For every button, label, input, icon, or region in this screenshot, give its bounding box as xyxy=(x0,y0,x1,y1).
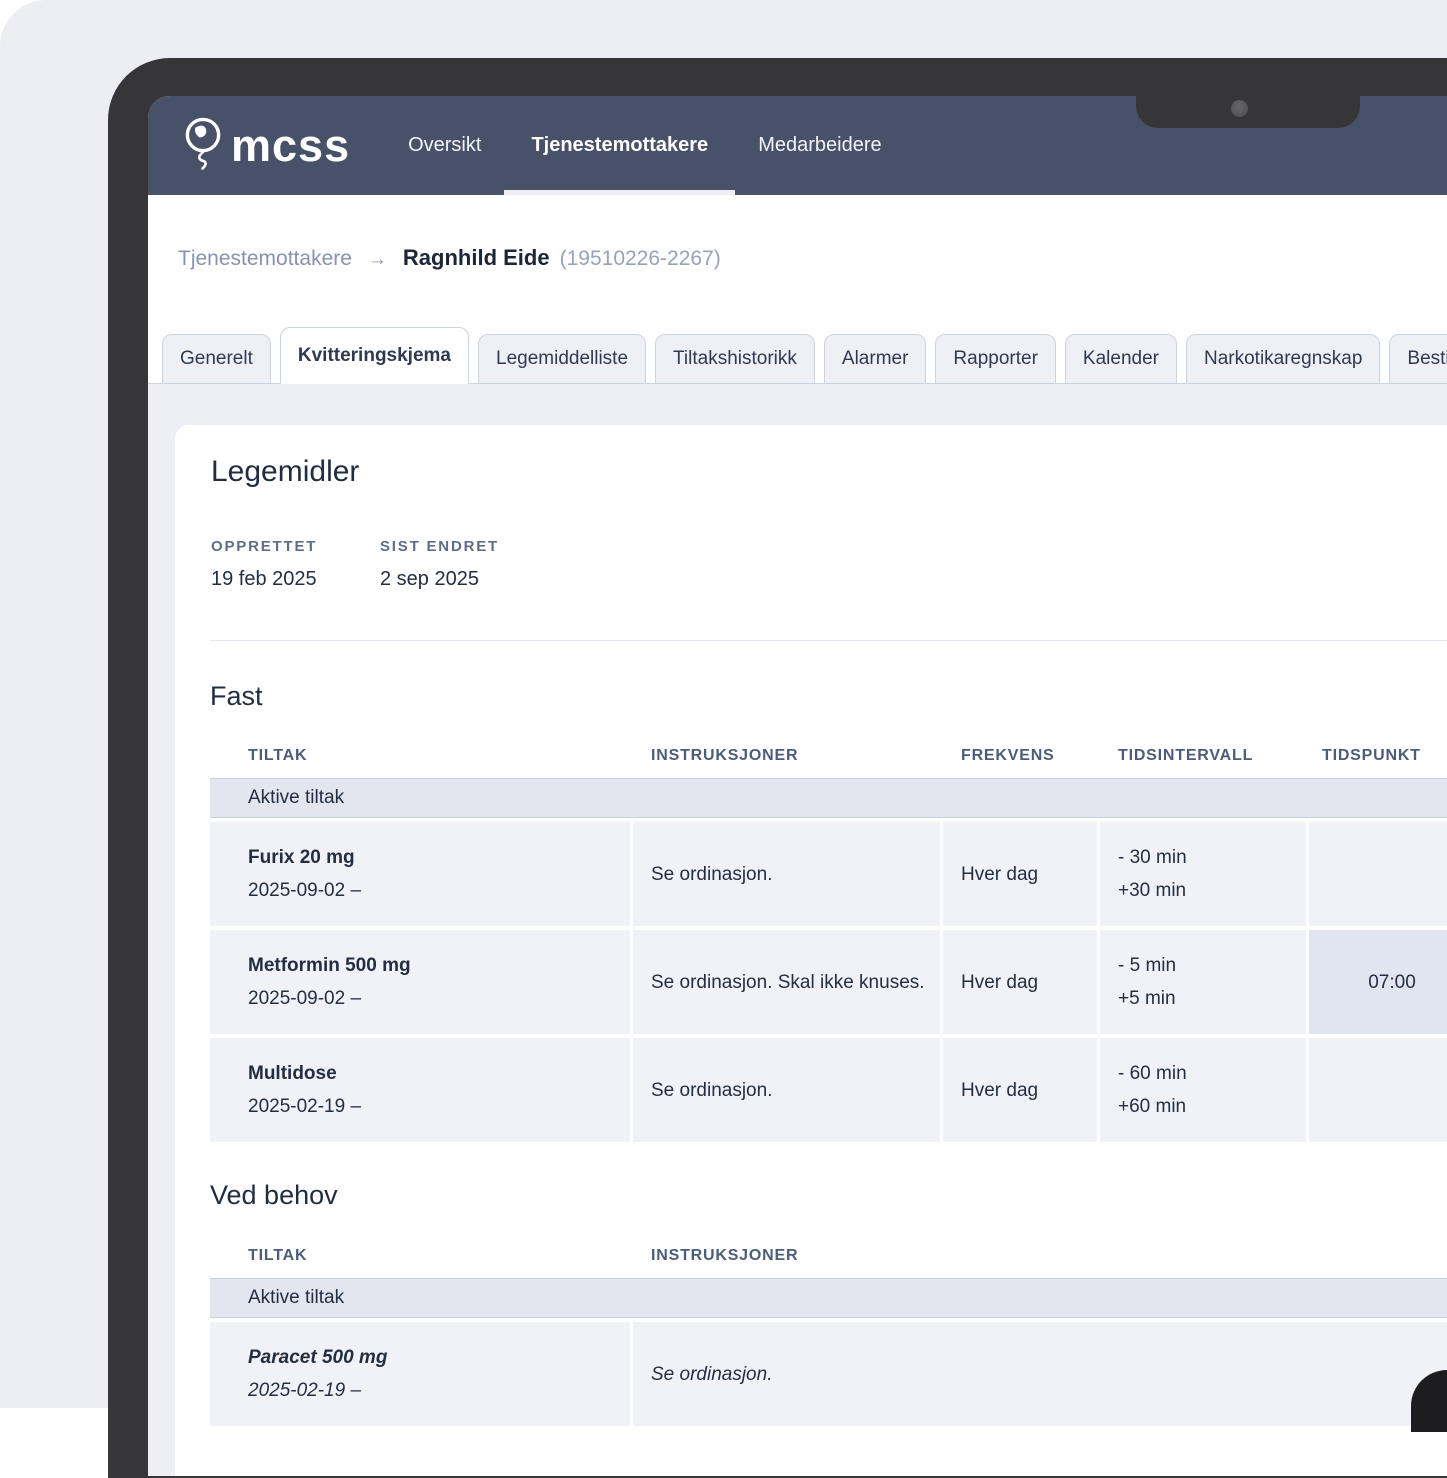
frequency-cell: Hver dag xyxy=(943,930,1097,1034)
nav-item-medarbeidere[interactable]: Medarbeidere xyxy=(758,96,881,195)
interval-plus: +60 min xyxy=(1118,1090,1294,1123)
breadcrumb-parent-link[interactable]: Tjenestemottakere xyxy=(178,247,352,271)
instructions-cell: Se ordinasjon. xyxy=(633,822,940,926)
divider xyxy=(210,640,1447,641)
ved-behov-table: TILTAK INSTRUKSJONER Aktive tiltak Parac… xyxy=(210,1247,1447,1426)
interval-plus: +30 min xyxy=(1118,874,1294,907)
group-row-aktive-tiltak: Aktive tiltak xyxy=(210,778,1447,818)
tab-alarmer[interactable]: Alarmer xyxy=(824,334,927,384)
table-row-metformin[interactable]: Metformin 500 mg 2025-09-02 – Se ordinas… xyxy=(210,930,1447,1034)
created-label: OPPRETTET xyxy=(211,538,380,555)
app-screen: mcss Oversikt Tjenestemottakere Medarbei… xyxy=(148,96,1447,1476)
interval-plus: +5 min xyxy=(1118,982,1294,1015)
logo-text: mcss xyxy=(231,123,350,168)
meta-dates: OPPRETTET 19 feb 2025 SIST ENDRET 2 sep … xyxy=(211,538,499,591)
main-nav: Oversikt Tjenestemottakere Medarbeidere xyxy=(408,96,882,195)
tab-narkotikaregnskap[interactable]: Narkotikaregnskap xyxy=(1186,334,1380,384)
tab-tiltakshistorikk[interactable]: Tiltakshistorikk xyxy=(655,334,815,384)
table-row-multidose[interactable]: Multidose 2025-02-19 – Se ordinasjon. Hv… xyxy=(210,1038,1447,1142)
drug-period: 2025-02-19 – xyxy=(248,1374,618,1407)
drug-period: 2025-09-02 – xyxy=(248,982,618,1015)
camera-dot xyxy=(1231,100,1248,117)
column-header-instruksjoner: INSTRUKSJONER xyxy=(633,1247,1447,1278)
tab-rapporter[interactable]: Rapporter xyxy=(935,334,1056,384)
patient-id: (19510226-2267) xyxy=(560,247,721,271)
breadcrumb-current-patient: Ragnhild Eide xyxy=(403,245,550,271)
frequency-cell: Hver dag xyxy=(943,1038,1097,1142)
interval-cell: - 60 min +60 min xyxy=(1100,1038,1306,1142)
ved-behov-table-header: TILTAK INSTRUKSJONER xyxy=(210,1247,1447,1278)
fast-table-header: TILTAK INSTRUKSJONER FREKVENS TIDSINTERV… xyxy=(210,747,1447,778)
balloon-logo-icon xyxy=(180,114,226,177)
column-header-tiltak: TILTAK xyxy=(210,747,630,778)
mcss-logo: mcss xyxy=(180,114,350,177)
drug-period: 2025-09-02 – xyxy=(248,874,618,907)
breadcrumb: Tjenestemottakere → Ragnhild Eide (19510… xyxy=(178,245,721,271)
frequency-cell: Hver dag xyxy=(943,822,1097,926)
nav-item-oversikt[interactable]: Oversikt xyxy=(408,96,481,195)
legemidler-card: Legemidler OPPRETTET 19 feb 2025 SIST EN… xyxy=(175,425,1447,1476)
content-area: Legemidler OPPRETTET 19 feb 2025 SIST EN… xyxy=(148,384,1447,1476)
tab-bestillinger[interactable]: Bestillinger xyxy=(1389,334,1447,384)
section-title-fast: Fast xyxy=(210,681,263,712)
column-header-tiltak: TILTAK xyxy=(210,1247,630,1278)
tab-generelt[interactable]: Generelt xyxy=(162,334,271,384)
drug-name: Multidose xyxy=(248,1057,618,1090)
created-value: 19 feb 2025 xyxy=(211,568,380,591)
tab-kalender[interactable]: Kalender xyxy=(1065,334,1177,384)
fast-table: TILTAK INSTRUKSJONER FREKVENS TIDSINTERV… xyxy=(210,747,1447,1142)
interval-minus: - 60 min xyxy=(1118,1057,1294,1090)
tab-kvitteringskjema[interactable]: Kvitteringskjema xyxy=(280,327,469,384)
drug-name: Furix 20 mg xyxy=(248,841,618,874)
drug-name: Paracet 500 mg xyxy=(248,1341,618,1374)
drug-name: Metformin 500 mg xyxy=(248,949,618,982)
interval-cell: - 30 min +30 min xyxy=(1100,822,1306,926)
section-title-ved-behov: Ved behov xyxy=(210,1180,338,1211)
interval-minus: - 30 min xyxy=(1118,841,1294,874)
interval-minus: - 5 min xyxy=(1118,949,1294,982)
tab-legemiddelliste[interactable]: Legemiddelliste xyxy=(478,334,646,384)
time-cell xyxy=(1309,822,1447,926)
interval-cell: - 5 min +5 min xyxy=(1100,930,1306,1034)
breadcrumb-arrow-icon: → xyxy=(368,249,387,271)
instructions-cell: Se ordinasjon. xyxy=(633,1038,940,1142)
time-cell[interactable]: 07:00 xyxy=(1309,930,1447,1034)
table-row-paracet[interactable]: Paracet 500 mg 2025-02-19 – Se ordinasjo… xyxy=(210,1322,1447,1426)
drug-period: 2025-02-19 – xyxy=(248,1090,618,1123)
time-cell xyxy=(1309,1038,1447,1142)
page-title: Legemidler xyxy=(211,455,359,489)
group-row-aktive-tiltak: Aktive tiltak xyxy=(210,1278,1447,1318)
instructions-cell: Se ordinasjon. xyxy=(633,1322,1447,1426)
nav-item-tjenestemottakere[interactable]: Tjenestemottakere xyxy=(531,96,708,195)
table-row-furix[interactable]: Furix 20 mg 2025-09-02 – Se ordinasjon. … xyxy=(210,822,1447,926)
camera-notch xyxy=(1136,96,1360,128)
tab-bar: Generelt Kvitteringskjema Legemiddellist… xyxy=(162,327,1447,384)
column-header-tidsintervall: TIDSINTERVALL xyxy=(1100,747,1306,778)
instructions-cell: Se ordinasjon. Skal ikke knuses. xyxy=(633,930,940,1034)
last-modified-label: SIST ENDRET xyxy=(380,538,499,555)
column-header-tidspunkt: TIDSPUNKT xyxy=(1309,747,1447,778)
column-header-frekvens: FREKVENS xyxy=(943,747,1097,778)
last-modified-value: 2 sep 2025 xyxy=(380,568,499,591)
column-header-instruksjoner: INSTRUKSJONER xyxy=(633,747,940,778)
